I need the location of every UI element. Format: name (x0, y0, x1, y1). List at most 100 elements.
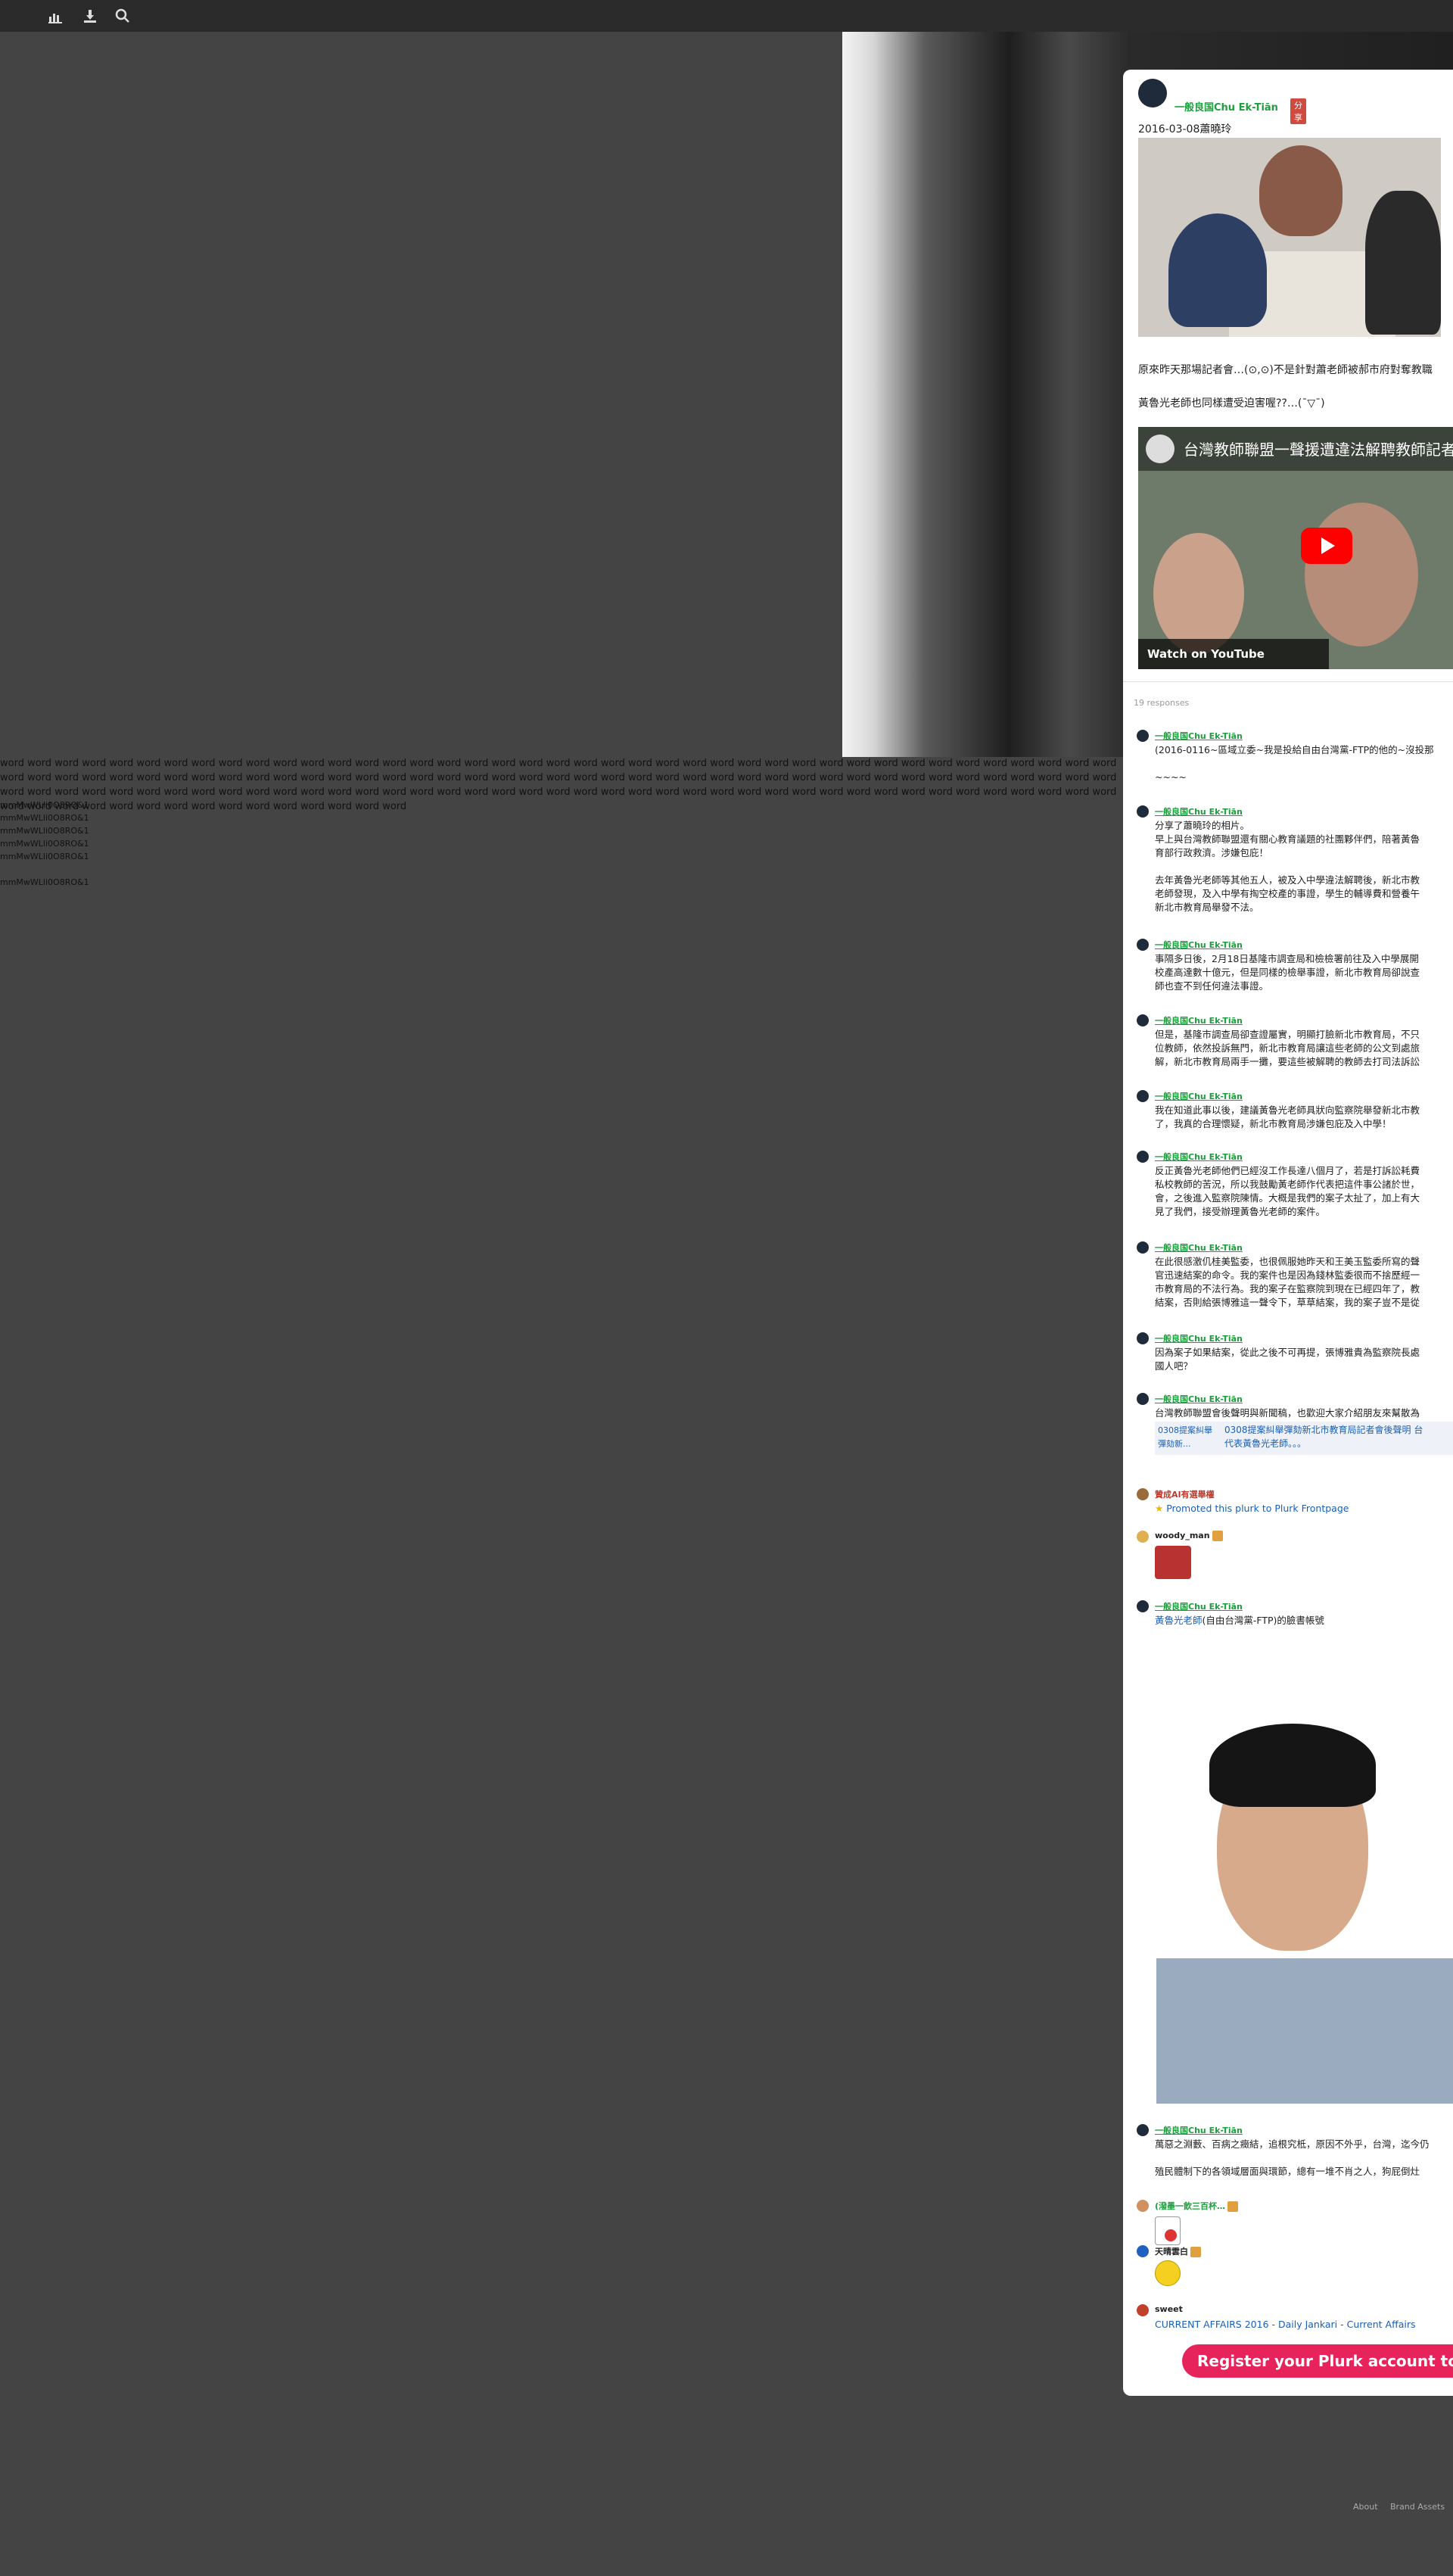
post-photo[interactable] (1138, 138, 1441, 337)
code-line: mmMwWLli0O8RO&1 (0, 877, 89, 887)
response-line: 了，我真的合理懷疑，新北市教育局涉嫌包庇及入中學！ (1155, 1118, 1392, 1129)
response-line: 新北市教育局舉發不法。 (1155, 902, 1259, 913)
response-author[interactable]: 一般良国Chu Ek-Tiān (1155, 1241, 1243, 1254)
portrait-photo[interactable] (1156, 1709, 1453, 2104)
avatar[interactable] (1137, 939, 1149, 951)
avatar[interactable] (1137, 1090, 1149, 1102)
response-author[interactable]: 一般良国Chu Ek-Tiān (1155, 1600, 1243, 1612)
response-author[interactable]: 一般良国Chu Ek-Tiān (1155, 1151, 1243, 1163)
response-line: 事隔多日後，2月18日基隆市調查局和檢檢署前往及入中學展開 (1155, 953, 1419, 964)
watch-on-youtube[interactable]: Watch on YouTube (1138, 639, 1329, 669)
avatar[interactable] (1137, 1393, 1149, 1405)
code-line: mmMwWLli0O8RO&1 (0, 839, 89, 849)
download-icon[interactable] (82, 8, 98, 24)
avatar[interactable] (1137, 1488, 1149, 1500)
link-title[interactable]: 代表黃魯光老師。。。 (1224, 1437, 1423, 1450)
karma-badge-icon (1227, 2201, 1239, 2212)
link-title[interactable]: 0308提案糾舉彈劾新北市教育局記者會後聲明 台 (1224, 1423, 1423, 1437)
code-line: mmMwWLli0O8RO&1 (0, 852, 89, 861)
post-line: 原來昨天那場記者會…(⊙,⊙)不是針對蕭老師被郝市府對奪教職 (1138, 364, 1433, 376)
response-line: 結案，否則給張博雅這一聲令下，草草結案，我的案子豈不是從 (1155, 1297, 1420, 1308)
avatar[interactable] (1137, 1014, 1149, 1026)
promoted-text[interactable]: Promoted this plurk to Plurk Frontpage (1166, 1503, 1349, 1514)
karma-badge-icon (1190, 2247, 1201, 2257)
response-author[interactable]: 一般良国Chu Ek-Tiān (1155, 730, 1243, 742)
overflow-codes: mmMwWLli0O8RO&1 mmMwWLli0O8RO&1 mmMwWLli… (0, 799, 89, 889)
avatar[interactable] (1137, 2124, 1149, 2136)
avatar[interactable] (1137, 1600, 1149, 1612)
footer-brand-link[interactable]: Brand Assets (1390, 2502, 1445, 2512)
link-preview[interactable]: 0308提案糾舉彈劾新... 0308提案糾舉彈劾新北市教育局記者會後聲明 台 … (1155, 1422, 1453, 1455)
top-bar (0, 0, 1453, 32)
response-line: 解，新北市教育局兩手一攤，要這些被解聘的教師去打司法訴訟 (1155, 1056, 1420, 1067)
register-button[interactable]: Register your Plurk account to respond (1182, 2344, 1453, 2378)
avatar[interactable] (1137, 1151, 1149, 1163)
response-author[interactable]: 一般良国Chu Ek-Tiān (1155, 939, 1243, 951)
video-title[interactable]: 台灣教師聯盟一聲援遭違法解聘教師記者會 (1184, 438, 1453, 459)
divider (1123, 681, 1453, 682)
avatar[interactable] (1137, 730, 1149, 742)
response-author[interactable]: woody_man (1155, 1531, 1223, 1541)
avatar[interactable] (1137, 1332, 1149, 1344)
response-line: 反正黃魯光老師他們已經沒工作長達八個月了，若是打訴訟耗費 (1155, 1165, 1420, 1176)
star-icon: ★ (1155, 1503, 1164, 1514)
response-line: (2016-0116~區域立委~我是投給自由台灣黨-FTP的他的~沒投那 (1155, 744, 1434, 755)
author-name[interactable]: 一般良国Chu Ek-Tiān (1175, 99, 1278, 114)
response-line: 去年黃魯光老師等其他五人，被及入中學違法解聘後，新北市教 (1155, 874, 1420, 886)
code-line: mmMwWLli0O8RO&1 (0, 800, 89, 810)
response-author[interactable]: 天晴雲白 (1155, 2245, 1201, 2257)
external-link[interactable]: CURRENT AFFAIRS 2016 - Daily Jankari - C… (1155, 2319, 1415, 2330)
post-line: 2016-03-08蕭曉玲 (1138, 123, 1232, 135)
response-author[interactable]: sweet (1155, 2304, 1183, 2314)
response-line: 我在知道此事以後，建議黃魯光老師具狀向監察院舉發新北市教 (1155, 1104, 1420, 1116)
response-line: 分享了蕭曉玲的相片。 (1155, 820, 1250, 831)
code-line: mmMwWLli0O8RO&1 (0, 826, 89, 836)
response-line: (自由台灣黨-FTP)的臉書帳號 (1202, 1615, 1324, 1626)
avatar[interactable] (1137, 1241, 1149, 1254)
overflow-words: word word word word word word word word … (0, 758, 1117, 812)
response-line: 會，之後進入監察院陳情。大概是我們的案子太扯了，加上有大 (1155, 1192, 1420, 1204)
link-thumb[interactable]: 0308提案糾舉彈劾新... (1158, 1424, 1218, 1451)
code-line: mmMwWLli0O8RO&1 (0, 813, 89, 823)
karma-badge-icon (1212, 1531, 1223, 1541)
profile-link[interactable]: 黃魯光老師 (1155, 1615, 1203, 1626)
response-line: 育部行政救濟。涉嫌包庇！ (1155, 847, 1269, 858)
avatar[interactable] (1138, 79, 1167, 107)
response-line: 在此很感激仉桂美監委，也很佩服她昨天和王美玉監委所寫的聲 (1155, 1256, 1420, 1267)
response-line: 老師發現，及入中學有掏空校產的事證，學生的輔導費和營養午 (1155, 888, 1420, 899)
search-icon[interactable] (114, 8, 131, 24)
response-line: 位教師，依然投訴無門，新北市教育局讓這些老師的公文到處旅 (1155, 1042, 1420, 1054)
emoticon-image (1155, 2260, 1181, 2286)
response-line: 校產高達數十億元，但是同樣的檢舉事證，新北市教育局卻說查 (1155, 967, 1420, 978)
response-author[interactable]: 一般良国Chu Ek-Tiān (1155, 1332, 1243, 1344)
response-line: 殖民體制下的各領域層面與環節，總有一堆不肖之人，狗屁倒灶 (1155, 2166, 1420, 2177)
response-author[interactable]: 贊成AI有選舉權 (1155, 1488, 1215, 1500)
response-line: 官迅速結案的命令。我的案件也是因為錢林監委很而不捨歷經一 (1155, 1269, 1420, 1281)
response-line: 國人吧？ (1155, 1360, 1193, 1372)
post-line: 黃魯光老師也同樣遭受迫害喔??…(¯▽¯) (1138, 397, 1325, 410)
avatar[interactable] (1137, 1531, 1149, 1543)
response-author[interactable]: 一般良国Chu Ek-Tiān (1155, 805, 1243, 818)
response-author[interactable]: (潑墨一飲三百杯… (1155, 2200, 1239, 2212)
share-badge: 分享 (1290, 98, 1306, 124)
response-author[interactable]: 一般良国Chu Ek-Tiān (1155, 1393, 1243, 1405)
emoticon-image (1155, 2216, 1181, 2245)
youtube-embed[interactable]: 台灣教師聯盟一聲援遭違法解聘教師記者會 Watch on YouTube (1138, 427, 1453, 669)
avatar[interactable] (1137, 2200, 1149, 2212)
response-line (1155, 860, 1420, 874)
response-line: ~~~~ (1155, 771, 1187, 783)
response-author[interactable]: 一般良国Chu Ek-Tiān (1155, 1090, 1243, 1102)
footer-about-link[interactable]: About (1353, 2502, 1378, 2512)
chart-icon[interactable] (47, 8, 64, 24)
responses-count: 19 responses (1134, 698, 1190, 708)
avatar[interactable] (1137, 805, 1149, 818)
response-author[interactable]: 一般良国Chu Ek-Tiān (1155, 2124, 1243, 2136)
avatar[interactable] (1137, 2245, 1149, 2257)
response-line: 市教育局的不法行為。我的案子在監察院到現在已經四年了，教 (1155, 1283, 1420, 1294)
avatar[interactable] (1137, 2304, 1149, 2316)
response-author[interactable]: 一般良国Chu Ek-Tiān (1155, 1014, 1243, 1026)
play-icon[interactable] (1301, 528, 1352, 564)
response-line (1155, 2151, 1430, 2165)
response-line: 台灣教師聯盟會後聲明與新聞稿，也歡迎大家介紹朋友來幫散為 (1155, 1407, 1420, 1419)
